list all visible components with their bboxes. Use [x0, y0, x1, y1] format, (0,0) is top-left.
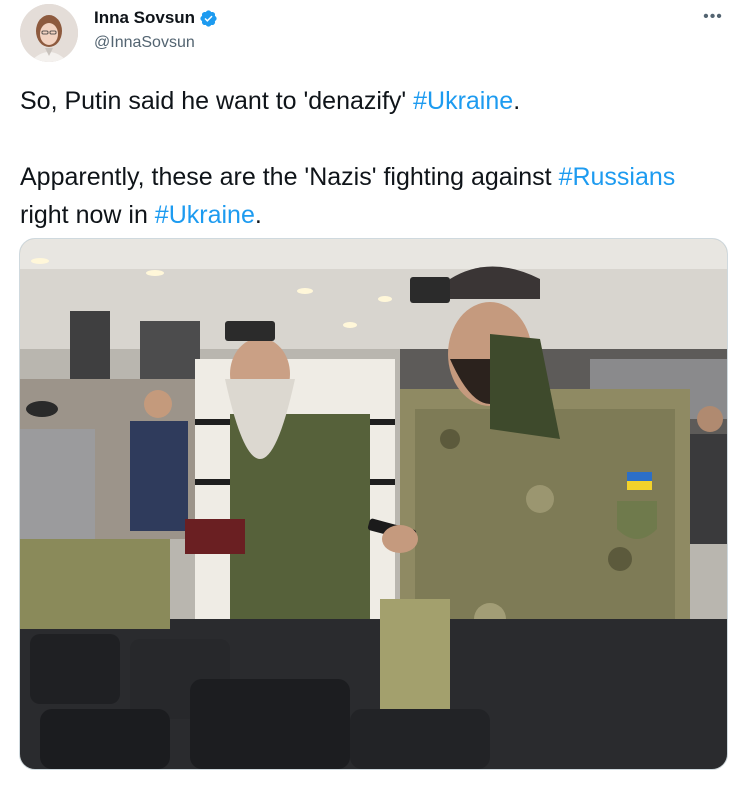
author-avatar[interactable] [20, 4, 78, 62]
tweet-paragraph-2: Apparently, these are the 'Nazis' fighti… [20, 158, 720, 234]
photo-illustration [20, 239, 727, 769]
author-name-row: Inna Sovsun [94, 8, 218, 28]
author-display-name[interactable]: Inna Sovsun [94, 8, 195, 28]
tweet-paragraph-1: So, Putin said he want to 'denazify' #Uk… [20, 82, 720, 120]
hashtag-link-ukraine[interactable]: #Ukraine [413, 87, 513, 115]
hashtag-link-ukraine[interactable]: #Ukraine [155, 201, 255, 229]
hashtag-link-russians[interactable]: #Russians [559, 163, 676, 191]
tweet-text-segment: So, Putin said he want to 'denazify' [20, 87, 414, 115]
attached-photo[interactable] [19, 238, 728, 770]
tweet-text-segment: Apparently, these are the 'Nazis' fighti… [20, 163, 559, 191]
tweet-text: So, Putin said he want to 'denazify' #Uk… [20, 82, 720, 234]
more-options-icon[interactable]: ••• [700, 4, 726, 30]
verified-badge-icon [199, 9, 218, 28]
avatar-image [20, 4, 78, 62]
tweet-text-segment: right now in [20, 201, 155, 229]
tweet-text-segment: . [513, 87, 521, 115]
tweet: Inna Sovsun @InnaSovsun ••• So, Putin sa… [0, 0, 746, 791]
author-handle[interactable]: @InnaSovsun [94, 34, 195, 52]
ukraine-flag-patch [627, 472, 652, 481]
tweet-text-segment: . [254, 201, 262, 229]
